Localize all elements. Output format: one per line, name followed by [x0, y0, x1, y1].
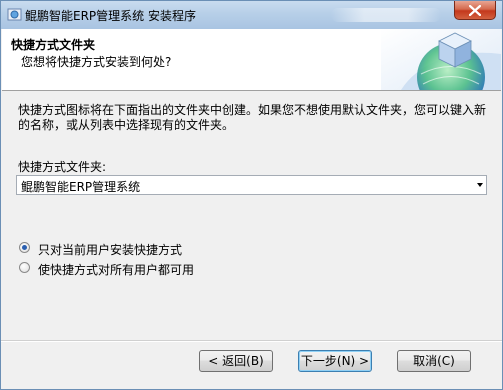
shortcut-folder-select[interactable]: 鲲鹏智能ERP管理系统 [16, 175, 487, 195]
option-current-user-label: 只对当前用户安装快捷方式 [38, 243, 183, 257]
close-button[interactable] [454, 1, 496, 20]
title-bar[interactable]: 鲲鹏智能ERP管理系统 安装程序 [1, 1, 502, 29]
window-title: 鲲鹏智能ERP管理系统 安装程序 [25, 9, 196, 23]
page-subtitle: 您想将快捷方式安装到何处? [21, 55, 172, 69]
page-title: 快捷方式文件夹 [11, 38, 96, 52]
cancel-button[interactable]: 取消(C) [397, 350, 471, 372]
close-icon [469, 5, 481, 16]
next-button[interactable]: 下一步(N) > [298, 350, 372, 372]
description-text: 快捷方式图标将在下面指出的文件夹中创建。如果您不想使用默认文件夹，您可以键入新的… [18, 103, 487, 132]
footer-divider [1, 340, 502, 342]
radio-all-users[interactable] [19, 262, 30, 273]
globe-cube-graphic [381, 29, 501, 90]
installer-window: 鲲鹏智能ERP管理系统 安装程序 快捷方式文件夹 您想将快捷方式安装到何处? 快… [0, 0, 503, 390]
installer-icon [7, 8, 22, 21]
back-button[interactable]: < 返回(B) [199, 350, 273, 372]
shortcut-folder-value: 鲲鹏智能ERP管理系统 [21, 180, 141, 194]
radio-current-user[interactable] [19, 242, 30, 253]
chevron-down-icon[interactable] [477, 183, 483, 187]
folder-label: 快捷方式文件夹: [18, 160, 107, 174]
wizard-header: 快捷方式文件夹 您想将快捷方式安装到何处? [2, 29, 501, 91]
option-all-users-label: 使快捷方式对所有用户都可用 [38, 263, 195, 277]
